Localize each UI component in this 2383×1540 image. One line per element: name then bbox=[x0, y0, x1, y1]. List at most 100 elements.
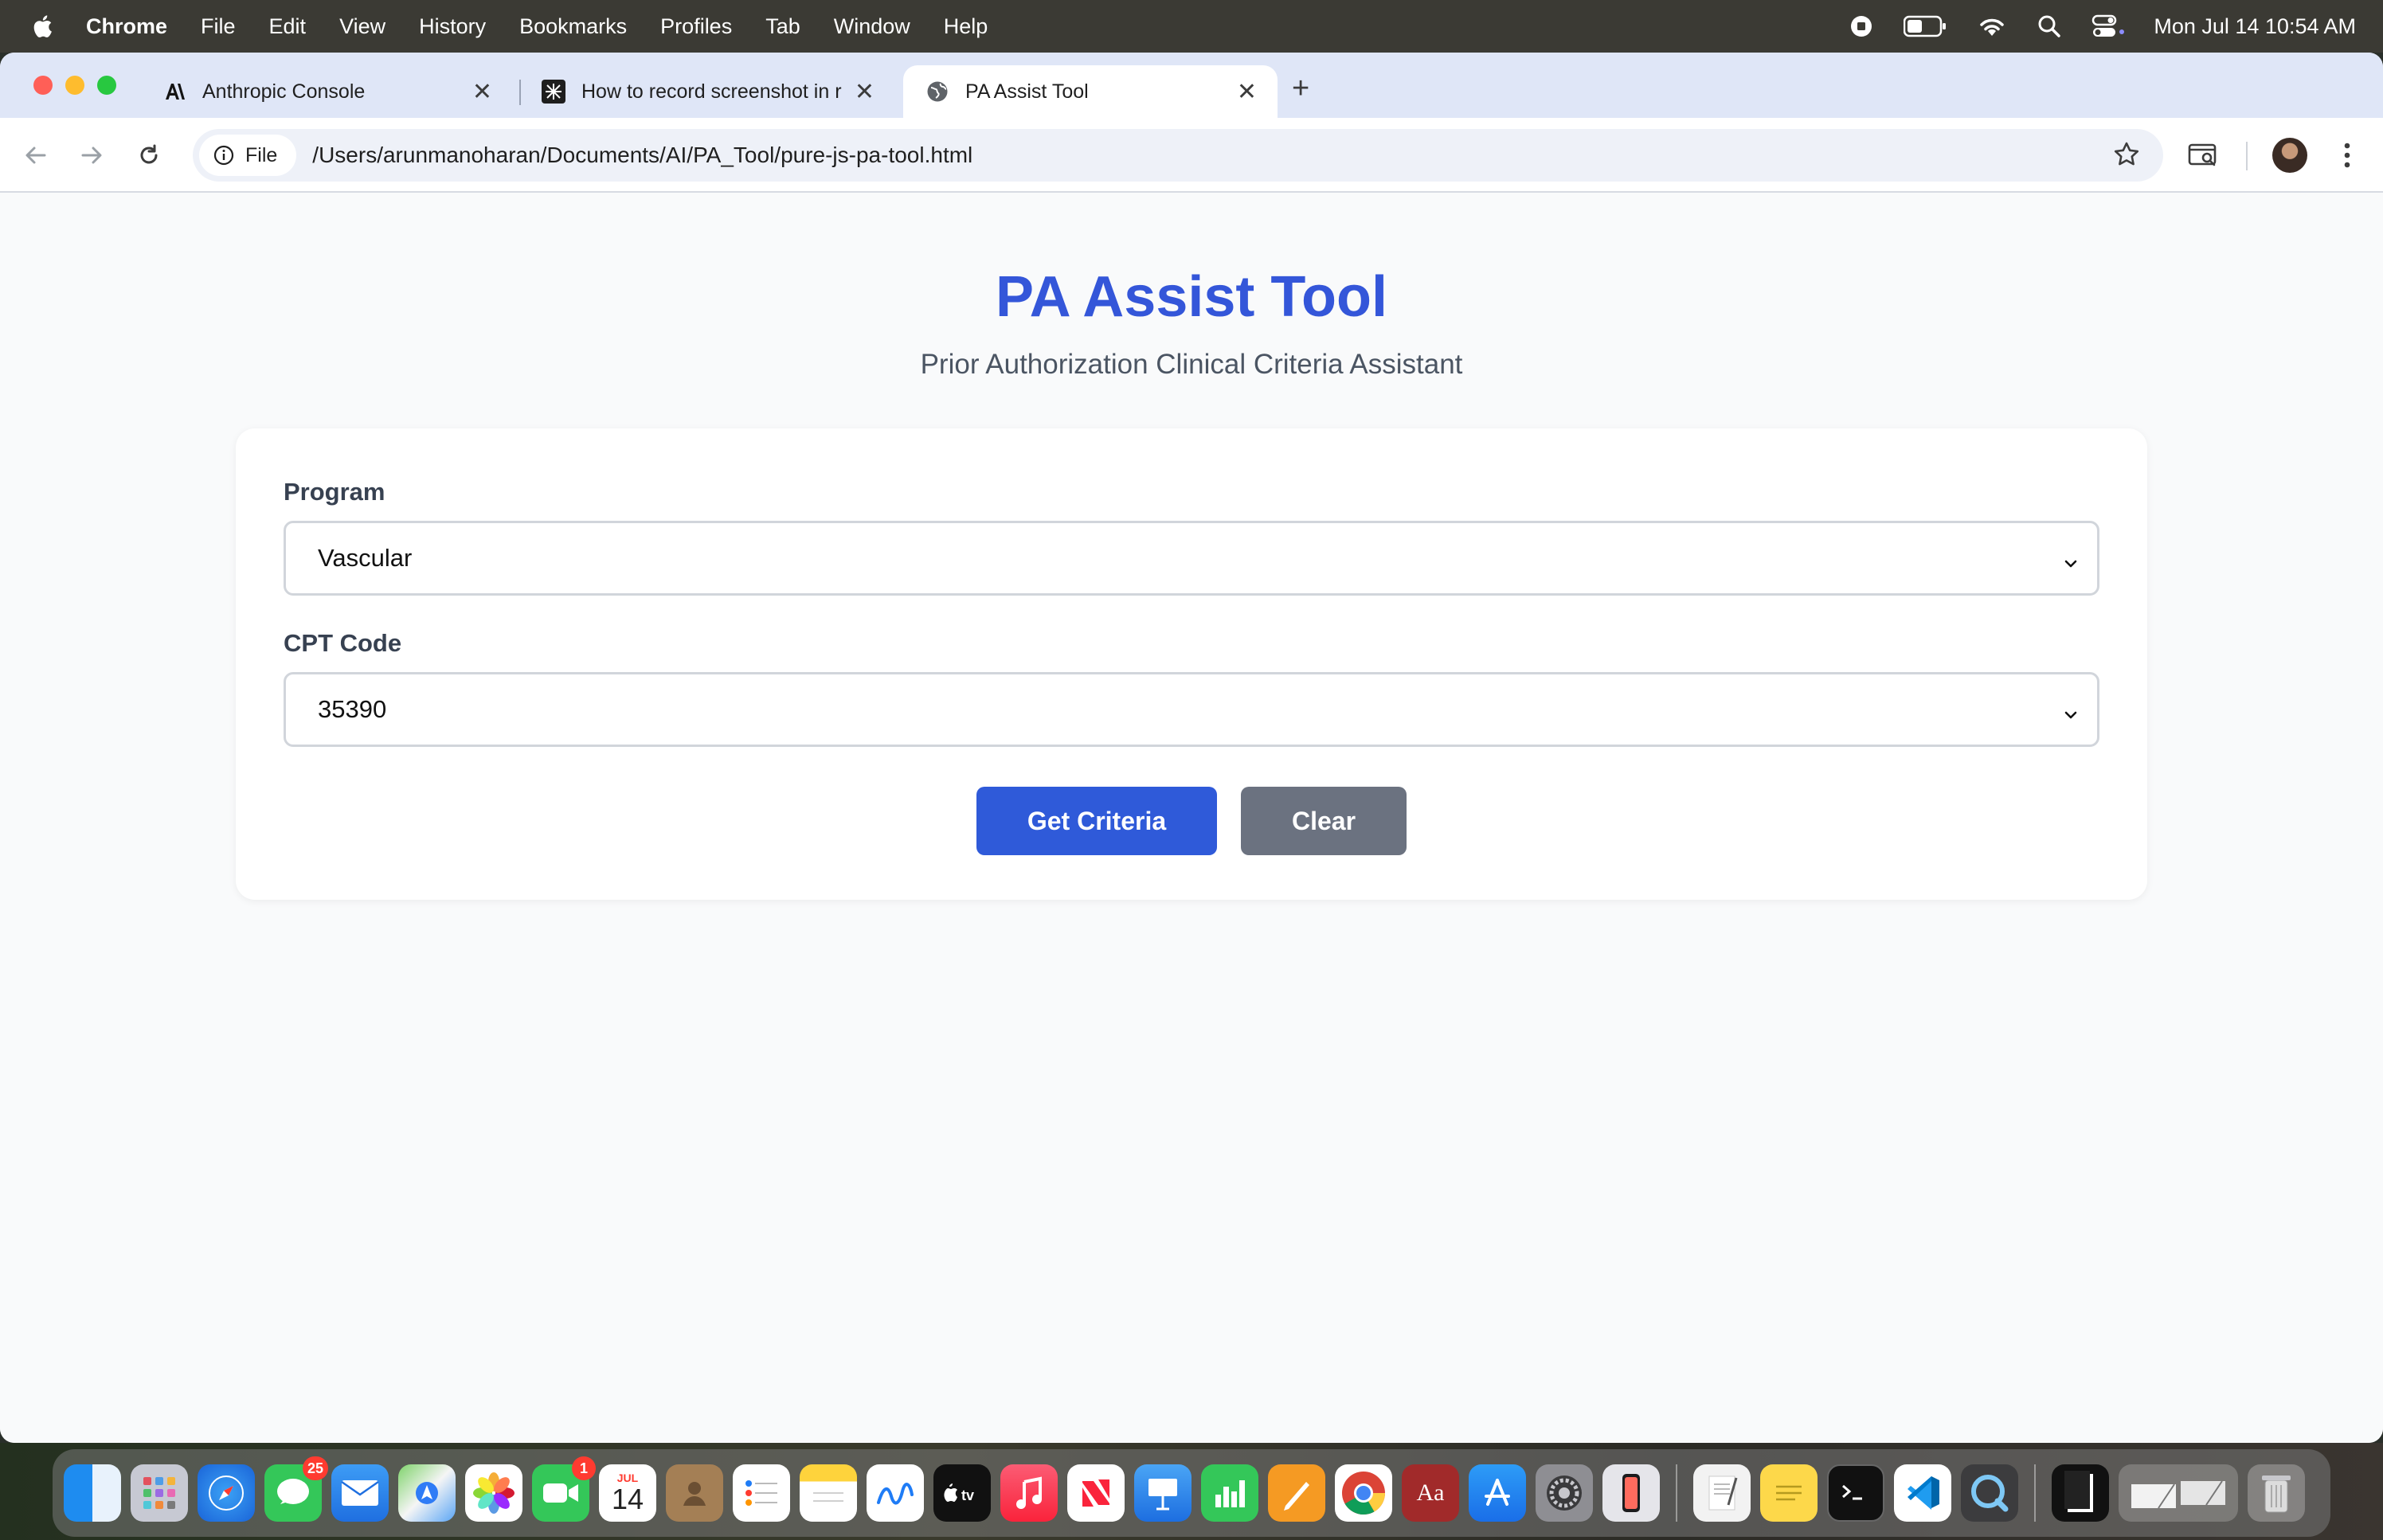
tab-search-icon[interactable] bbox=[2184, 135, 2224, 175]
menu-bookmarks[interactable]: Bookmarks bbox=[519, 14, 627, 39]
tab-pa-assist-tool[interactable]: PA Assist Tool ✕ bbox=[903, 65, 1278, 118]
launchpad-icon[interactable] bbox=[131, 1464, 188, 1522]
tab-strip: Anthropic Console ✕ How to record screen… bbox=[0, 53, 2383, 118]
terminal-icon[interactable] bbox=[1827, 1464, 1884, 1522]
numbers-icon[interactable] bbox=[1201, 1464, 1258, 1522]
battery-icon[interactable] bbox=[1904, 15, 1947, 37]
facetime-icon[interactable]: 1 bbox=[532, 1456, 596, 1522]
site-info-chip[interactable]: File bbox=[199, 135, 297, 176]
criteria-form-card: Program Vascular CPT Code 35390 Get Crit… bbox=[236, 428, 2147, 900]
messages-icon[interactable]: 25 bbox=[264, 1456, 328, 1522]
chevron-down-icon bbox=[2062, 702, 2080, 730]
tab-how-to-record[interactable]: How to record screenshot in r ✕ bbox=[519, 65, 895, 118]
apple-tv-icon[interactable]: tv bbox=[933, 1464, 991, 1522]
get-criteria-button[interactable]: Get Criteria bbox=[976, 787, 1217, 855]
mail-icon[interactable] bbox=[331, 1464, 389, 1522]
tab-anthropic-console[interactable]: Anthropic Console ✕ bbox=[140, 65, 513, 118]
url-text[interactable]: /Users/arunmanoharan/Documents/AI/PA_Too… bbox=[312, 143, 972, 168]
photos-icon[interactable] bbox=[465, 1464, 522, 1522]
profile-avatar[interactable] bbox=[2270, 135, 2310, 175]
menu-view[interactable]: View bbox=[339, 14, 385, 39]
downloads-stack-icon[interactable] bbox=[2119, 1464, 2238, 1522]
wifi-icon[interactable] bbox=[1977, 14, 2007, 38]
news-icon[interactable] bbox=[1067, 1464, 1125, 1522]
svg-text:tv: tv bbox=[961, 1487, 974, 1503]
contacts-icon[interactable] bbox=[666, 1464, 723, 1522]
reload-icon[interactable] bbox=[129, 135, 169, 175]
chrome-icon[interactable] bbox=[1335, 1464, 1392, 1522]
page-title: PA Assist Tool bbox=[995, 265, 1388, 329]
chevron-down-icon bbox=[2062, 550, 2080, 579]
notes-icon[interactable] bbox=[800, 1464, 857, 1522]
window-zoom-button[interactable] bbox=[97, 76, 116, 95]
vscode-icon[interactable] bbox=[1894, 1464, 1951, 1522]
pages-icon[interactable] bbox=[1268, 1464, 1325, 1522]
reminders-icon[interactable] bbox=[733, 1464, 790, 1522]
tab-close-icon[interactable]: ✕ bbox=[472, 78, 492, 106]
avatar bbox=[2272, 138, 2307, 173]
window-close-button[interactable] bbox=[33, 76, 53, 95]
control-center-icon[interactable] bbox=[2091, 14, 2127, 38]
web-page: PA Assist Tool Prior Authorization Clini… bbox=[0, 193, 2383, 1443]
new-tab-icon[interactable]: + bbox=[1292, 72, 1309, 106]
dictionary-label: Aa bbox=[1416, 1479, 1445, 1506]
spotlight-search-icon[interactable] bbox=[2037, 14, 2061, 38]
tab-title: How to record screenshot in r bbox=[581, 80, 842, 103]
maps-icon[interactable] bbox=[398, 1464, 456, 1522]
globe-icon bbox=[925, 80, 949, 104]
dictionary-icon[interactable]: Aa bbox=[1402, 1464, 1459, 1522]
cpt-code-selected-value: 35390 bbox=[318, 695, 387, 723]
program-label: Program bbox=[284, 478, 385, 506]
document-stack-icon[interactable] bbox=[2052, 1464, 2109, 1522]
menu-help[interactable]: Help bbox=[944, 14, 988, 39]
menu-profiles[interactable]: Profiles bbox=[660, 14, 732, 39]
page-subtitle: Prior Authorization Clinical Criteria As… bbox=[920, 349, 1463, 380]
program-selected-value: Vascular bbox=[318, 544, 413, 572]
tab-close-icon[interactable]: ✕ bbox=[1237, 78, 1257, 106]
music-icon[interactable] bbox=[1000, 1464, 1058, 1522]
menu-window[interactable]: Window bbox=[834, 14, 910, 39]
tab-title: PA Assist Tool bbox=[965, 80, 1089, 103]
app-store-icon[interactable] bbox=[1469, 1464, 1526, 1522]
cpt-code-select[interactable]: 35390 bbox=[284, 672, 2099, 747]
macos-menubar: Chrome File Edit View History Bookmarks … bbox=[0, 0, 2383, 53]
dock-separator bbox=[2034, 1464, 2036, 1522]
forward-arrow-icon[interactable] bbox=[72, 135, 112, 175]
more-menu-icon[interactable] bbox=[2327, 135, 2367, 175]
calendar-icon[interactable]: JUL 14 bbox=[599, 1464, 656, 1522]
safari-icon[interactable] bbox=[198, 1464, 255, 1522]
menu-tab[interactable]: Tab bbox=[765, 14, 800, 39]
menu-app-chrome[interactable]: Chrome bbox=[86, 14, 167, 39]
system-settings-icon[interactable] bbox=[1536, 1464, 1593, 1522]
menubar-clock[interactable]: Mon Jul 14 10:54 AM bbox=[2154, 14, 2356, 39]
screen-record-icon[interactable] bbox=[1849, 14, 1873, 38]
menu-history[interactable]: History bbox=[419, 14, 486, 39]
tab-title: Anthropic Console bbox=[202, 80, 366, 103]
toolbar-divider bbox=[2246, 142, 2248, 170]
iphone-mirroring-icon[interactable] bbox=[1602, 1464, 1660, 1522]
finder-icon[interactable] bbox=[64, 1464, 121, 1522]
info-icon bbox=[213, 145, 234, 166]
keynote-icon[interactable] bbox=[1134, 1464, 1192, 1522]
menubar-status-area: Mon Jul 14 10:54 AM bbox=[1819, 0, 2356, 53]
menu-edit[interactable]: Edit bbox=[269, 14, 307, 39]
calendar-day: 14 bbox=[611, 1483, 644, 1515]
tab-close-icon[interactable]: ✕ bbox=[855, 78, 875, 106]
freeform-icon[interactable] bbox=[867, 1464, 924, 1522]
bookmark-star-icon[interactable] bbox=[2112, 140, 2141, 173]
address-bar[interactable]: File /Users/arunmanoharan/Documents/AI/P… bbox=[193, 129, 2163, 182]
dock-separator bbox=[1676, 1464, 1677, 1522]
apple-icon[interactable] bbox=[30, 13, 57, 40]
stickies-icon[interactable] bbox=[1760, 1464, 1818, 1522]
back-arrow-icon[interactable] bbox=[16, 135, 56, 175]
clear-button[interactable]: Clear bbox=[1241, 787, 1407, 855]
quicktime-icon[interactable] bbox=[1961, 1464, 2018, 1522]
menu-file[interactable]: File bbox=[201, 14, 236, 39]
textedit-icon[interactable] bbox=[1693, 1464, 1751, 1522]
window-minimize-button[interactable] bbox=[65, 76, 84, 95]
trash-icon[interactable] bbox=[2248, 1464, 2305, 1522]
anthropic-icon bbox=[162, 80, 186, 104]
program-select[interactable]: Vascular bbox=[284, 521, 2099, 596]
cpt-code-label: CPT Code bbox=[284, 629, 402, 657]
site-icon bbox=[542, 80, 565, 104]
